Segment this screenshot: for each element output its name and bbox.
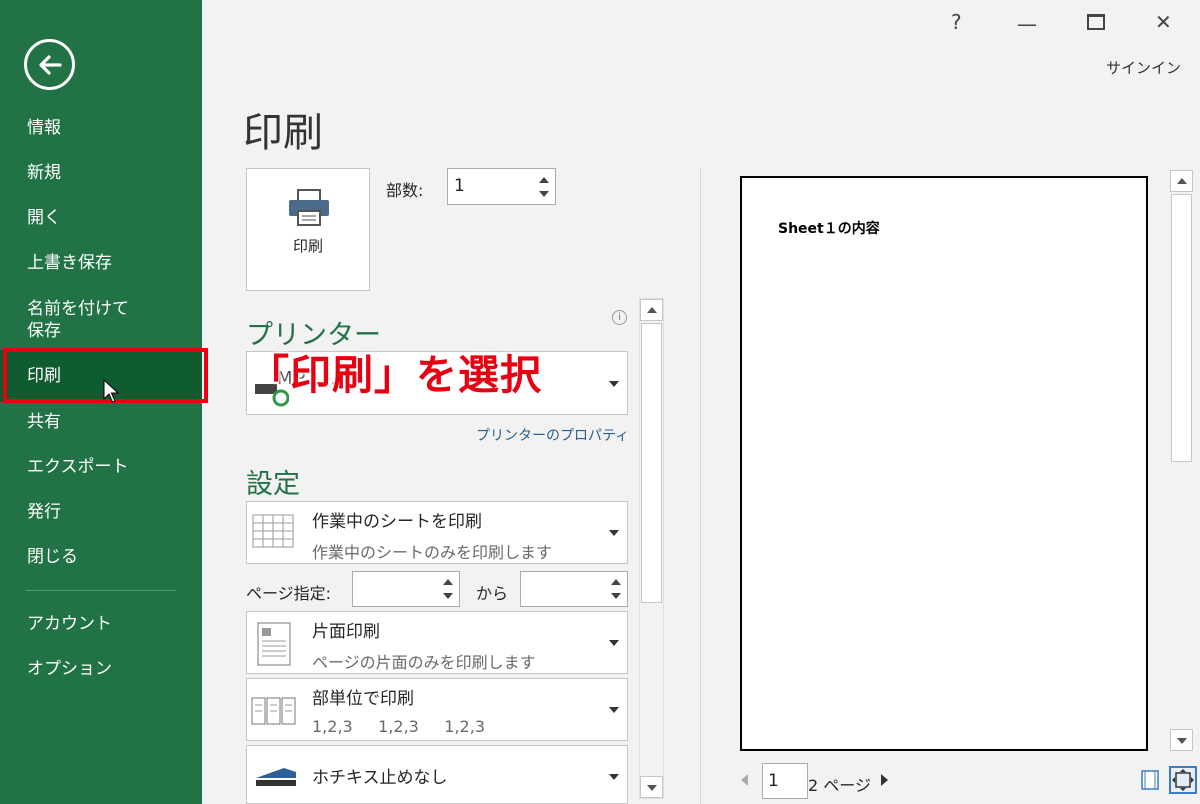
staple-title: ホチキス止めなし <box>312 768 448 788</box>
single-sided-icon <box>257 622 291 666</box>
scroll-thumb[interactable] <box>1171 194 1192 462</box>
help-button[interactable]: ? <box>951 10 962 34</box>
mouse-cursor-icon <box>103 379 119 403</box>
scroll-down-button[interactable] <box>1170 729 1193 751</box>
printer-heading: プリンター <box>246 320 381 351</box>
sidebar-item-save-as[interactable]: 名前を付けて 保存 <box>0 298 202 342</box>
sidebar-divider <box>26 590 176 591</box>
sheet-grid-icon <box>252 514 294 548</box>
scroll-up-button[interactable] <box>1170 170 1193 192</box>
page-title: 印刷 <box>243 110 323 156</box>
collation-dropdown[interactable]: 部単位で印刷 1,2,3 1,2,3 1,2,3 <box>246 678 628 741</box>
annotation-caption: 「印刷」を選択 <box>248 351 542 399</box>
scroll-up-icon <box>647 307 657 313</box>
spin-up-icon[interactable] <box>443 579 453 585</box>
print-what-title: 作業中のシートを印刷 <box>312 512 482 532</box>
sidebar-item-options[interactable]: オプション <box>0 658 202 680</box>
sidebar-item-save[interactable]: 上書き保存 <box>0 252 202 274</box>
sidebar-item-account[interactable]: アカウント <box>0 613 202 635</box>
sidebar-item-publish[interactable]: 発行 <box>0 501 202 523</box>
sides-dropdown[interactable]: 片面印刷 ページの片面のみを印刷します <box>246 611 628 674</box>
sidebar-item-close[interactable]: 閉じる <box>0 546 202 568</box>
preview-scrollbar[interactable] <box>1170 170 1195 753</box>
total-pages-label: 2 ページ <box>808 776 871 795</box>
close-button[interactable]: ✕ <box>1155 10 1172 34</box>
scroll-up-button[interactable] <box>640 299 663 321</box>
previous-page-icon[interactable] <box>741 774 748 786</box>
next-page-icon[interactable] <box>881 774 888 786</box>
spin-down-icon[interactable] <box>443 593 453 599</box>
current-page-value: 1 <box>768 771 779 791</box>
minimize-button[interactable]: — <box>1017 12 1037 36</box>
scroll-thumb[interactable] <box>641 323 662 603</box>
collated-pages-icon <box>251 697 296 725</box>
print-what-subtitle: 作業中のシートのみを印刷します <box>312 543 553 562</box>
spin-down-icon[interactable] <box>539 191 549 197</box>
preview-content: Sheet１の内容 <box>778 221 880 237</box>
print-button-label: 印刷 <box>292 237 323 255</box>
settings-scrollbar[interactable] <box>639 298 664 799</box>
settings-heading: 設定 <box>246 469 300 500</box>
signin-link[interactable]: サインイン <box>1106 57 1181 78</box>
sidebar-item-info[interactable]: 情報 <box>0 117 202 139</box>
collation-title: 部単位で印刷 <box>312 689 414 709</box>
show-margins-icon[interactable] <box>1140 770 1160 790</box>
info-icon[interactable]: i <box>612 310 627 325</box>
dropdown-arrow-icon <box>609 774 619 780</box>
scroll-down-button[interactable] <box>640 776 663 798</box>
print-button[interactable]: 印刷 <box>246 168 370 291</box>
panel-divider <box>700 168 701 804</box>
sidebar-item-new[interactable]: 新規 <box>0 162 202 184</box>
sides-title: 片面印刷 <box>312 622 380 642</box>
print-preview-page: Sheet１の内容 <box>740 176 1148 751</box>
dropdown-arrow-icon <box>609 530 619 536</box>
sides-subtitle: ページの片面のみを印刷します <box>312 653 536 672</box>
printer-icon <box>289 189 329 226</box>
stapler-icon <box>256 768 296 786</box>
sidebar-item-export[interactable]: エクスポート <box>0 456 202 478</box>
scroll-down-icon <box>647 785 657 791</box>
pages-to-label: から <box>476 584 509 603</box>
page-number-input[interactable]: 1 <box>762 763 808 799</box>
print-what-dropdown[interactable]: 作業中のシートを印刷 作業中のシートのみを印刷します <box>246 501 628 564</box>
collation-subtitle: 1,2,3 1,2,3 1,2,3 <box>312 717 485 736</box>
dropdown-arrow-icon <box>609 707 619 713</box>
page-from-stepper[interactable] <box>352 571 460 607</box>
copies-value: 1 <box>454 176 465 196</box>
spin-down-icon[interactable] <box>611 593 621 599</box>
dropdown-arrow-icon <box>609 381 619 387</box>
dropdown-arrow-icon <box>609 640 619 646</box>
staple-dropdown[interactable]: ホチキス止めなし <box>246 745 628 804</box>
page-to-stepper[interactable] <box>520 571 628 607</box>
sidebar-item-share[interactable]: 共有 <box>0 411 202 433</box>
maximize-button[interactable] <box>1087 14 1105 30</box>
back-arrow-icon[interactable] <box>24 39 75 90</box>
zoom-to-page-icon[interactable] <box>1169 766 1197 794</box>
pages-label: ページ指定: <box>246 584 332 603</box>
printer-properties-link[interactable]: プリンターのプロパティ <box>476 425 629 445</box>
sidebar-item-open[interactable]: 開く <box>0 207 202 229</box>
scroll-down-icon <box>1177 738 1187 744</box>
spin-up-icon[interactable] <box>539 177 549 183</box>
spin-up-icon[interactable] <box>611 579 621 585</box>
copies-label: 部数: <box>386 181 424 200</box>
copies-stepper[interactable]: 1 <box>447 168 556 205</box>
scroll-up-icon <box>1177 178 1187 184</box>
